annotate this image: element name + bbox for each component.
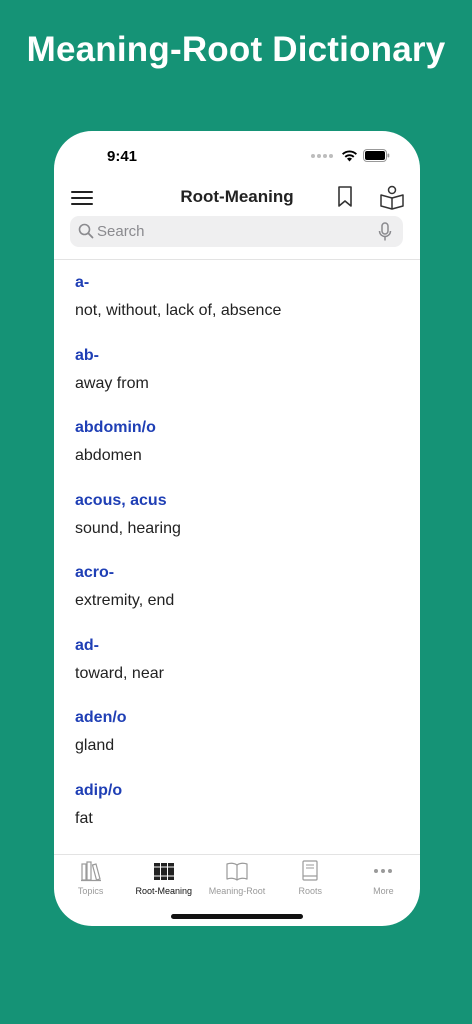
entry-root: abdomin/o [75, 419, 156, 436]
entry-meaning: gland [75, 737, 115, 754]
tab-label: Roots [298, 886, 322, 896]
status-indicators [311, 149, 390, 162]
home-indicator [171, 914, 303, 919]
books-icon [80, 861, 101, 882]
list-item[interactable]: abdomin/o abdomen [54, 405, 420, 478]
entry-meaning: not, without, lack of, absence [75, 302, 282, 319]
open-book-icon [226, 862, 248, 881]
tab-roots[interactable]: Roots [274, 855, 347, 904]
entry-meaning: fat [75, 809, 93, 827]
tab-more[interactable]: More [347, 855, 420, 904]
entry-root: a- [75, 274, 90, 291]
promo-title: Meaning-Root Dictionary [26, 30, 446, 69]
more-icon [374, 869, 393, 873]
entry-root: ab- [75, 346, 99, 364]
status-time: 9:41 [107, 148, 138, 165]
list-item[interactable]: ad- toward, near [54, 623, 420, 696]
entry-meaning: toward, near [75, 664, 164, 682]
entry-meaning: away from [75, 374, 149, 392]
list-item[interactable]: aden/o gland [54, 695, 420, 768]
reader-icon[interactable] [379, 184, 405, 210]
tab-root-meaning[interactable]: Root-Meaning [127, 855, 200, 904]
list-item[interactable]: ab- away from [54, 333, 420, 406]
tab-bar: Topics Root-Meaning Meaning-Root Roots M… [54, 854, 420, 904]
list-item[interactable]: acous, acus sound, hearing [54, 478, 420, 551]
entry-root: ad- [75, 636, 99, 654]
search-input[interactable] [97, 216, 367, 247]
book-icon [302, 860, 318, 881]
phone-screen: 9:41 Root-Meaning Search a- not, without… [54, 131, 420, 926]
entry-meaning: sound, hearing [75, 519, 181, 537]
entry-meaning: extremity, end [75, 592, 175, 609]
bookmark-icon[interactable] [336, 185, 354, 209]
tab-label: Meaning-Root [208, 886, 266, 896]
list-item[interactable]: a- not, without, lack of, absence [54, 260, 420, 333]
wifi-icon [342, 150, 357, 162]
tab-label: Topics [77, 886, 104, 896]
search-bar[interactable] [70, 216, 403, 247]
tab-label: More [373, 886, 394, 896]
root-meaning-list: a- not, without, lack of, absence ab- aw… [54, 260, 420, 854]
entry-root: acro- [75, 564, 115, 581]
tab-topics[interactable]: Topics [54, 855, 127, 904]
entry-root: adip/o [75, 781, 123, 799]
entry-meaning: abdomen [75, 447, 142, 464]
status-bar: 9:41 [54, 131, 420, 181]
page-title: Root-Meaning [180, 187, 294, 206]
microphone-icon[interactable] [378, 222, 392, 242]
tab-label: Root-Meaning [135, 886, 193, 896]
entry-root: acous, acus [75, 491, 167, 509]
entry-root: aden/o [75, 709, 127, 726]
navigation-bar: Root-Meaning [54, 181, 420, 215]
signal-icon [311, 153, 333, 158]
search-icon [78, 223, 94, 239]
list-item[interactable]: acro- extremity, end [54, 550, 420, 623]
battery-icon [363, 149, 390, 162]
tab-meaning-root[interactable]: Meaning-Root [200, 855, 273, 904]
books-icon [153, 863, 174, 880]
list-item[interactable]: adip/o fat [54, 768, 420, 841]
